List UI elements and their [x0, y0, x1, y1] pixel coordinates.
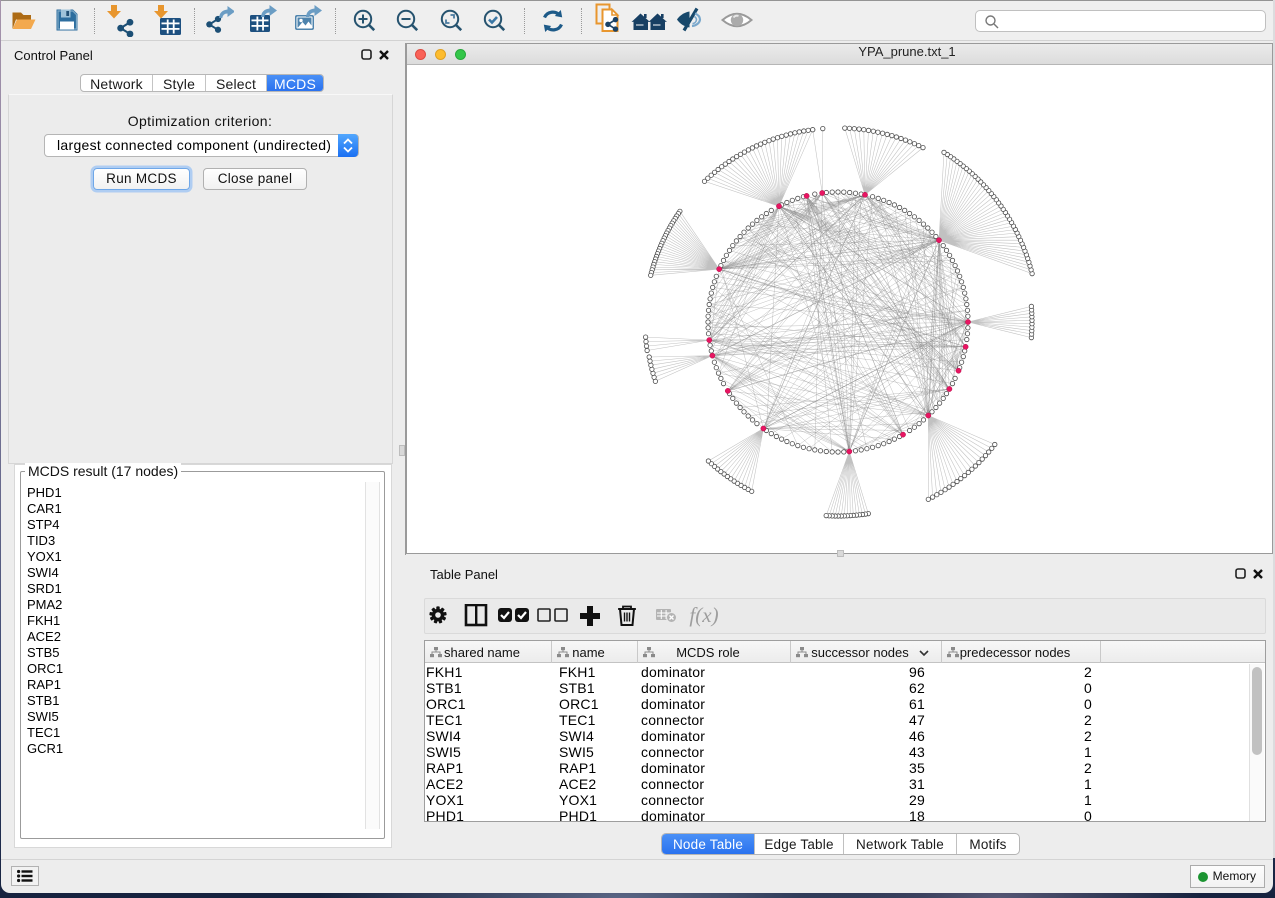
svg-text:f(x): f(x)	[689, 604, 718, 627]
